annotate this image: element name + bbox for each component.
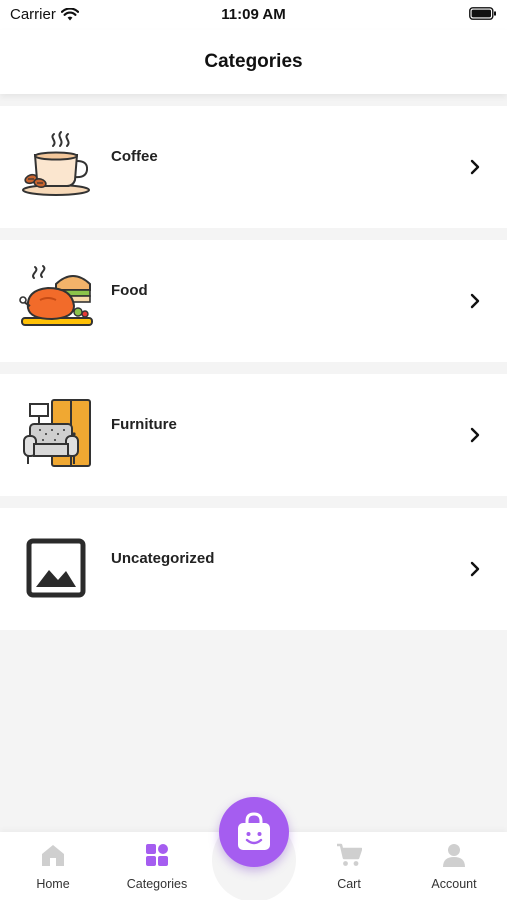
page-title: Categories (204, 51, 303, 72)
category-row-coffee[interactable]: Coffee (0, 106, 507, 228)
category-row-uncategorized[interactable]: Uncategorized (0, 508, 507, 630)
page-header: Categories (0, 30, 507, 94)
category-row-furniture[interactable]: Furniture (0, 374, 507, 496)
tab-label: Cart (337, 877, 361, 891)
image-placeholder-icon (26, 538, 86, 598)
shop-bag-button[interactable] (219, 797, 289, 867)
account-icon (443, 844, 465, 867)
categories-grid-icon (146, 844, 168, 866)
category-label: Food (111, 282, 148, 299)
chevron-right-icon (470, 159, 480, 175)
status-time: 11:09 AM (221, 6, 286, 23)
chevron-right-icon (470, 561, 480, 577)
category-label: Uncategorized (111, 550, 215, 567)
coffee-cup-icon (22, 131, 90, 196)
chevron-right-icon (470, 427, 480, 443)
roast-chicken-icon (19, 265, 93, 326)
battery-icon (469, 7, 496, 20)
tab-account[interactable]: Account (409, 832, 499, 900)
cart-icon (337, 843, 362, 866)
chevron-right-icon (470, 293, 480, 309)
category-list: Coffee Food Furniture Uncategorized (0, 106, 507, 642)
sofa-icon (23, 399, 91, 467)
tab-cart[interactable]: Cart (304, 832, 394, 900)
tab-home[interactable]: Home (8, 832, 98, 900)
category-label: Furniture (111, 416, 177, 433)
status-bar: Carrier 11:09 AM (0, 0, 507, 30)
tab-categories[interactable]: Categories (112, 832, 202, 900)
home-icon (42, 845, 64, 866)
category-row-food[interactable]: Food (0, 240, 507, 362)
shopping-bag-smile-icon (238, 812, 270, 850)
tab-label: Account (431, 877, 477, 891)
tab-label: Home (36, 877, 70, 891)
tab-label: Categories (126, 877, 188, 891)
category-label: Coffee (111, 148, 158, 165)
